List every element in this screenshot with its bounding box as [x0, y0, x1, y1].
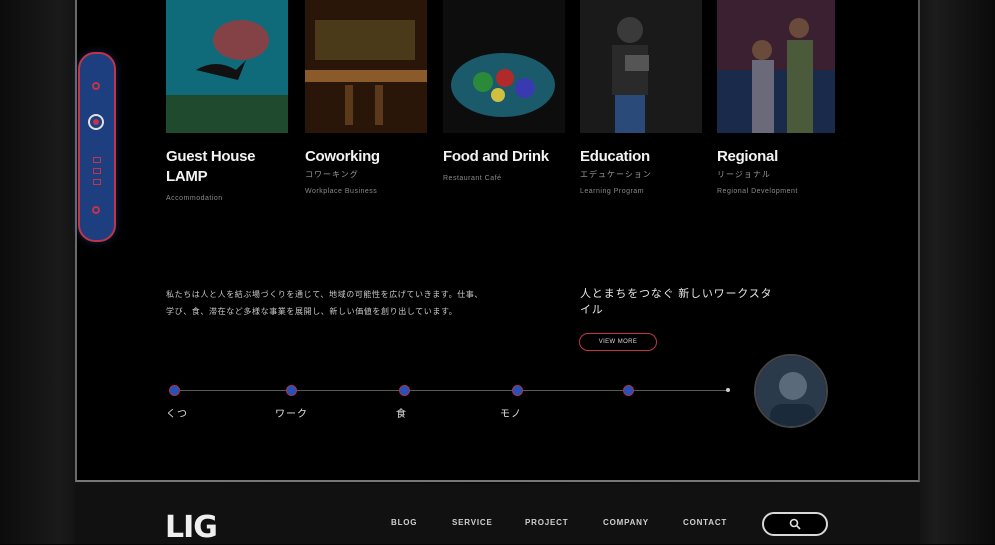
- card-image-coworking: [305, 0, 427, 133]
- card-title: Regional: [717, 148, 778, 165]
- timeline-dot[interactable]: [169, 385, 180, 396]
- card-meta: Learning Program: [580, 188, 645, 195]
- search-icon: [789, 518, 801, 530]
- rail-active-indicator-icon[interactable]: [88, 114, 104, 130]
- side-navigation-rail: [78, 52, 116, 242]
- timeline-track: [174, 390, 727, 391]
- site-logo[interactable]: LIG: [165, 510, 218, 545]
- rail-menu-icon[interactable]: [93, 168, 101, 174]
- rail-menu-icon[interactable]: [93, 179, 101, 185]
- service-card-coworking[interactable]: Coworking コワーキング Workplace Business: [305, 0, 427, 195]
- card-image-guesthouse: [166, 0, 288, 133]
- nav-company[interactable]: COMPANY: [603, 518, 649, 527]
- card-meta: Accommodation: [166, 195, 223, 202]
- service-card-guesthouse[interactable]: Guest House LAMP Accommodation: [166, 0, 288, 202]
- rail-menu-icon[interactable]: [93, 157, 101, 163]
- card-meta: Workplace Business: [305, 188, 378, 195]
- timeline-dot[interactable]: [623, 385, 634, 396]
- timeline-label: 食: [396, 409, 407, 420]
- card-subtitle: エデュケーション: [580, 170, 652, 179]
- card-title: Coworking: [305, 148, 380, 165]
- service-card-education[interactable]: Education エデュケーション Learning Program: [580, 0, 702, 195]
- search-button[interactable]: [762, 512, 828, 536]
- card-meta: Regional Development: [717, 188, 798, 195]
- card-image-regional: [717, 0, 835, 133]
- service-card-regional[interactable]: Regional リージョナル Regional Development: [717, 0, 839, 195]
- card-image-education: [580, 0, 702, 133]
- rail-dot-icon[interactable]: [92, 206, 100, 214]
- card-title: Guest House LAMP: [166, 148, 256, 185]
- avatar[interactable]: [754, 354, 828, 428]
- timeline-label: モノ: [500, 409, 522, 420]
- service-card-food[interactable]: Food and Drink Restaurant Café: [443, 0, 565, 182]
- nav-project[interactable]: PROJECT: [525, 518, 568, 527]
- nav-blog[interactable]: BLOG: [391, 518, 417, 527]
- timeline-dot[interactable]: [399, 385, 410, 396]
- intro-text: 私たちは人と人を結ぶ場づくりを通じて、地域の可能性を広げていきます。仕事、学び、…: [166, 290, 483, 316]
- view-more-button[interactable]: VIEW MORE: [579, 333, 657, 351]
- timeline-end-marker: [726, 388, 730, 392]
- nav-contact[interactable]: CONTACT: [683, 518, 727, 527]
- nav-service[interactable]: SERVICE: [452, 518, 493, 527]
- timeline-dot[interactable]: [286, 385, 297, 396]
- card-title: Education: [580, 148, 650, 165]
- timeline-label: くつ: [166, 409, 188, 420]
- card-meta: Restaurant Café: [443, 175, 502, 182]
- card-title: Food and Drink: [443, 148, 549, 165]
- timeline-label: ワーク: [275, 409, 308, 420]
- card-image-food: [443, 0, 565, 133]
- timeline-dot[interactable]: [512, 385, 523, 396]
- card-subtitle: コワーキング: [305, 170, 359, 179]
- feature-title: 人とまちをつなぐ 新しいワークスタイル: [580, 288, 773, 316]
- card-subtitle: リージョナル: [717, 170, 771, 179]
- rail-dot-icon[interactable]: [92, 82, 100, 90]
